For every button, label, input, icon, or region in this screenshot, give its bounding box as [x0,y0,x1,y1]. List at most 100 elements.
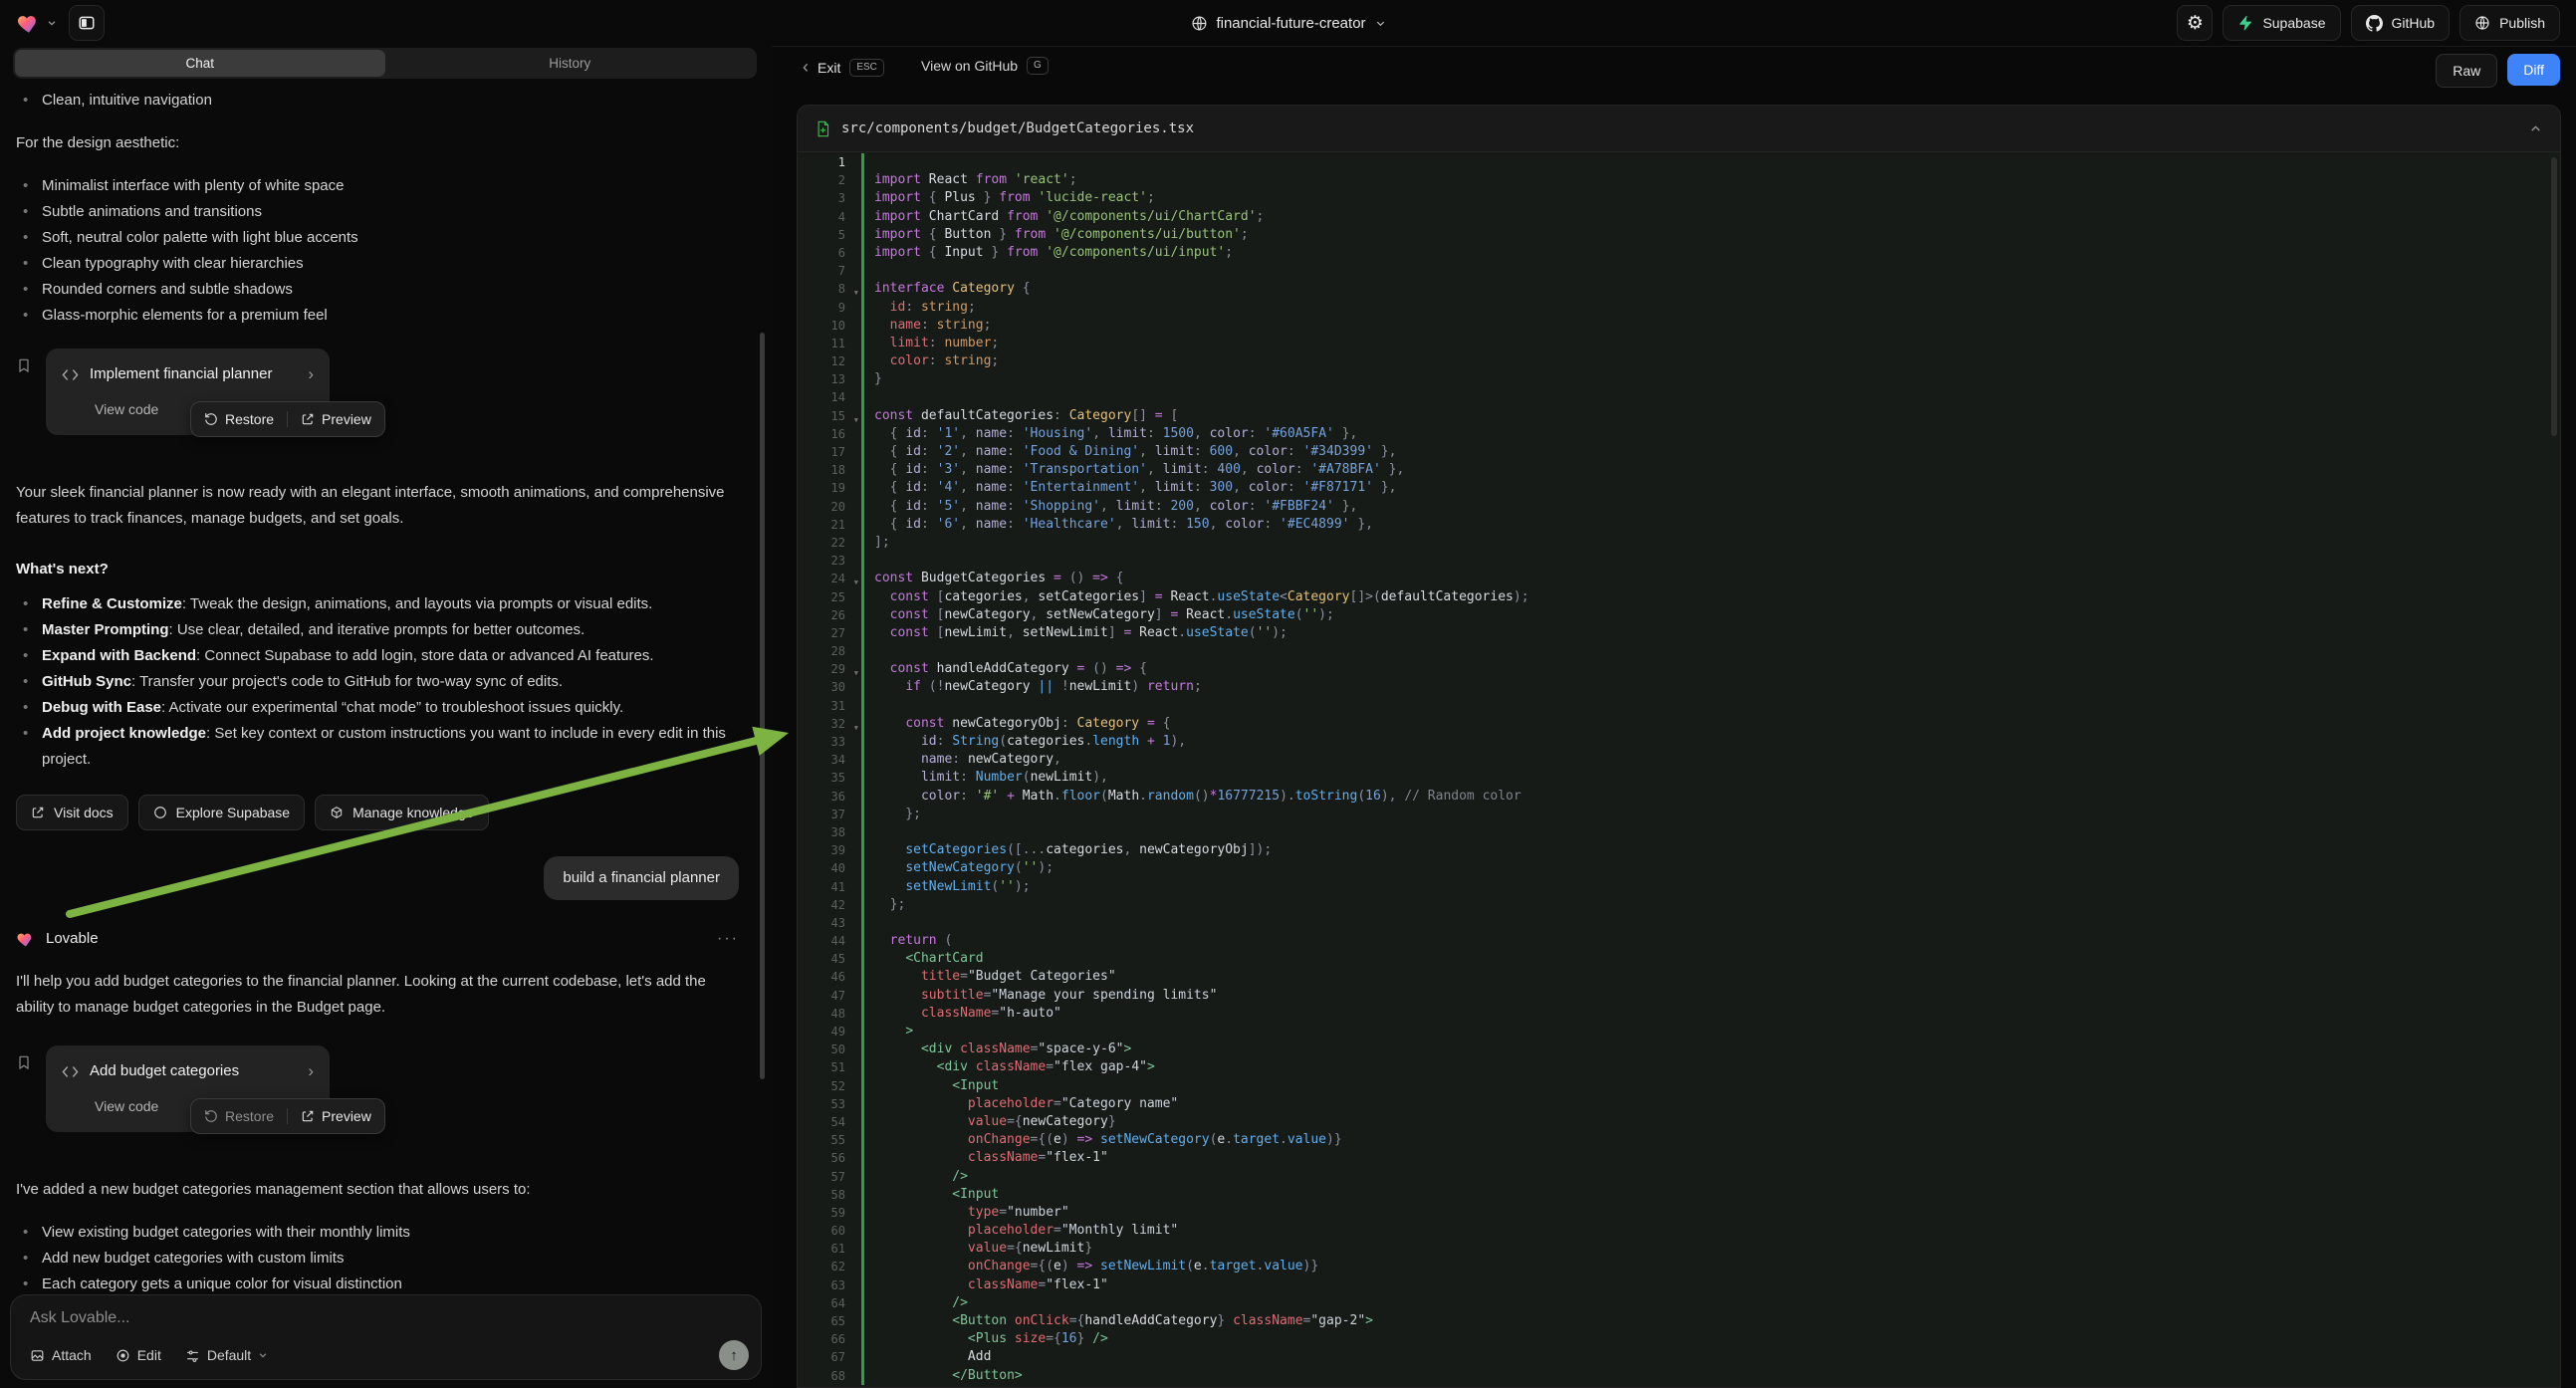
line-number: 26 [798,606,861,624]
line-number: 50 [798,1041,861,1058]
list-item: Master Prompting: Use clear, detailed, a… [16,617,739,643]
supabase-button[interactable]: Supabase [2223,5,2340,41]
chevron-right-icon: › [308,361,314,387]
code-line: 56 className="flex-1" [798,1149,2560,1167]
external-link-icon [31,806,45,819]
lovable-logo-menu[interactable] [16,10,57,36]
line-number: 20 [798,498,861,516]
code-line: 5import { Button } from '@/components/ui… [798,226,2560,244]
manage-knowledge-button[interactable]: Manage knowledge [315,795,488,830]
github-icon [2366,15,2383,32]
code-line: 65 <Button onClick={handleAddCategory} c… [798,1312,2560,1330]
github-button[interactable]: GitHub [2351,5,2451,41]
sidebar-toggle-button[interactable] [69,5,105,41]
line-number: 10 [798,317,861,335]
bookmark-icon[interactable] [16,1053,32,1071]
line-number: 52 [798,1077,861,1095]
list-item: Refine & Customize: Tweak the design, an… [16,591,739,617]
tab-chat[interactable]: Chat [15,50,385,77]
line-number: 64 [798,1294,861,1312]
line-number: 4 [798,208,861,226]
line-number: 1 [798,153,861,171]
restore-button[interactable]: Restore [204,1103,274,1129]
more-menu-icon[interactable]: ··· [717,926,739,952]
list-item: Expand with Backend: Connect Supabase to… [16,643,739,669]
line-number: 9 [798,299,861,317]
line-number: 24▼ [798,570,861,587]
code-line: 59 type="number" [798,1204,2560,1222]
file-path: src/components/budget/BudgetCategories.t… [841,120,1194,136]
code-icon [62,368,79,381]
file-header[interactable]: src/components/budget/BudgetCategories.t… [798,106,2560,152]
code-line: 29▼ const handleAddCategory = () => { [798,660,2560,678]
prompt-input[interactable]: Ask Lovable... [30,1309,130,1327]
line-number: 35 [798,769,861,787]
chevron-down-icon [258,1350,268,1360]
code-line: 41 setNewLimit(''); [798,878,2560,896]
prompt-composer[interactable]: Ask Lovable... Attach Edit Default ↑ [10,1294,762,1380]
line-number: 56 [798,1149,861,1167]
raw-diff-toggle: Raw Diff [2436,54,2560,88]
collapse-chevron-icon[interactable] [2529,122,2542,135]
line-number: 60 [798,1222,861,1240]
attach-image-icon [30,1348,45,1363]
code-line: 24▼const BudgetCategories = () => { [798,570,2560,587]
restore-preview-toolbar: Restore Preview [190,1098,385,1134]
code-line: 51 <div className="flex gap-4"> [798,1058,2560,1076]
code-line: 64 /> [798,1294,2560,1312]
project-switcher[interactable]: financial-future-creator [1190,0,1385,46]
code-scrollbar[interactable] [2551,157,2557,436]
visit-docs-button[interactable]: Visit docs [16,795,128,830]
code-line: 28 [798,642,2560,660]
line-number: 65 [798,1312,861,1330]
code-line: 68 </Button> [798,1367,2560,1385]
line-number: 34 [798,751,861,769]
restore-label: Restore [225,1103,274,1129]
attach-label: Attach [52,1347,92,1363]
code-line: 4import ChartCard from '@/components/ui/… [798,208,2560,226]
line-number: 5 [798,226,861,244]
assistant-text: For the design aesthetic: [16,130,739,156]
top-bar: financial-future-creator ⚙ Supabase GitH… [0,0,2576,46]
exit-button[interactable]: ‹ Exit ESC [803,57,884,78]
line-number: 18 [798,461,861,479]
code-line: 40 setNewCategory(''); [798,859,2560,877]
chat-messages: Clean, intuitive navigation For the desi… [0,86,755,1294]
publish-button[interactable]: Publish [2459,5,2560,41]
code-line: 48 className="h-auto" [798,1005,2560,1023]
line-number: 19 [798,479,861,497]
visit-docs-label: Visit docs [54,800,114,825]
line-number: 41 [798,878,861,896]
line-number: 3 [798,189,861,207]
code-line: 18 { id: '3', name: 'Transportation', li… [798,461,2560,479]
restore-button[interactable]: Restore [204,406,274,432]
divider [287,1108,288,1124]
view-on-github-button[interactable]: View on GitHub G [921,57,1049,75]
line-number: 21 [798,516,861,534]
tab-history[interactable]: History [385,50,756,77]
line-number: 13 [798,370,861,388]
edit-mode-button[interactable]: Edit [116,1347,161,1363]
send-button[interactable]: ↑ [719,1340,749,1370]
line-number: 15▼ [798,407,861,425]
diff-button[interactable]: Diff [2507,54,2560,86]
settings-button[interactable]: ⚙ [2177,5,2213,41]
chat-scrollbar[interactable] [760,333,765,1079]
preview-button[interactable]: Preview [301,1103,371,1129]
lovable-heart-icon [16,929,36,949]
exit-label: Exit [818,60,840,76]
restore-icon [204,412,218,426]
attach-button[interactable]: Attach [30,1347,92,1363]
raw-button[interactable]: Raw [2436,54,2497,88]
code-icon [62,1065,79,1078]
line-number: 42 [798,896,861,914]
preview-button[interactable]: Preview [301,406,371,432]
code-line: 50 <div className="space-y-6"> [798,1041,2560,1058]
bookmark-icon[interactable] [16,356,32,374]
edit-card-row: Implement financial planner › View code … [16,348,739,435]
mode-selector[interactable]: Default [185,1347,268,1363]
explore-supabase-button[interactable]: Explore Supabase [138,795,305,830]
g-shortcut-badge: G [1027,57,1049,75]
line-number: 30 [798,678,861,696]
code-line: 11 limit: number; [798,335,2560,352]
